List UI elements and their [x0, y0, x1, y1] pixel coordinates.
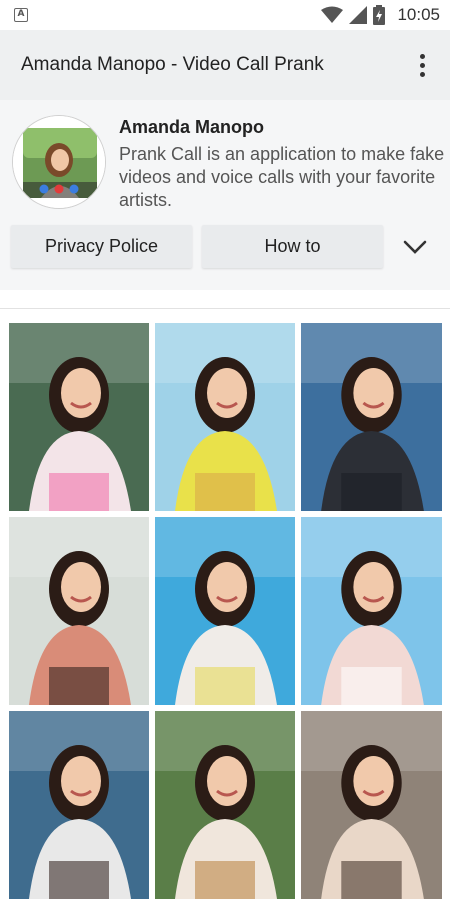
gallery-photo[interactable]	[301, 711, 442, 899]
gallery-photo[interactable]	[301, 323, 442, 511]
app-bar: Amanda Manopo - Video Call Prank	[0, 30, 450, 100]
gallery-photo[interactable]	[9, 517, 149, 705]
photo-grid	[9, 323, 442, 899]
overflow-menu-icon[interactable]	[412, 50, 432, 80]
divider	[0, 308, 450, 309]
how-to-button[interactable]: How to	[202, 225, 383, 268]
profile-name: Amanda Manopo	[119, 117, 265, 137]
gallery-photo[interactable]	[9, 711, 149, 899]
gallery-photo[interactable]	[9, 323, 149, 511]
profile-header: Amanda Manopo Prank Call is an applicati…	[0, 100, 450, 290]
gallery-photo[interactable]	[155, 517, 295, 705]
notification-app-icon: A	[14, 8, 28, 22]
status-icons: 10:05	[321, 5, 440, 25]
privacy-policy-button[interactable]: Privacy Police	[11, 225, 192, 268]
profile-description: Prank Call is an application to make fak…	[119, 144, 445, 210]
status-time: 10:05	[397, 5, 440, 24]
gallery-photo[interactable]	[155, 711, 295, 899]
avatar	[12, 115, 106, 209]
app-title: Amanda Manopo - Video Call Prank	[21, 54, 324, 75]
gallery-photo[interactable]	[155, 323, 295, 511]
chevron-down-icon[interactable]	[401, 234, 429, 260]
status-bar: A 10:05	[0, 0, 450, 30]
cellular-signal-icon	[349, 6, 368, 24]
battery-charging-icon	[373, 5, 386, 25]
gallery-photo[interactable]	[301, 517, 442, 705]
wifi-icon	[321, 6, 344, 23]
